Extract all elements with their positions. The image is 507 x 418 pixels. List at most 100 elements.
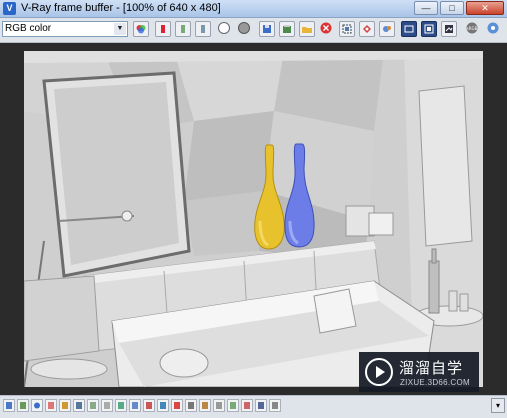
pan-button[interactable] xyxy=(157,399,169,412)
compare-button[interactable] xyxy=(227,399,239,412)
green-channel-button[interactable] xyxy=(175,21,191,37)
stamp-icon xyxy=(188,402,194,409)
blue-channel-button[interactable] xyxy=(195,21,211,37)
color-correction-button[interactable] xyxy=(441,21,457,37)
save-image-button[interactable] xyxy=(259,21,275,37)
open-folder-icon xyxy=(302,27,312,33)
play-logo-icon xyxy=(365,358,393,386)
alpha-button[interactable] xyxy=(217,21,233,37)
alpha-icon xyxy=(218,22,230,34)
glass xyxy=(448,290,458,312)
zoom-icon xyxy=(146,402,152,409)
save-image-icon xyxy=(263,25,271,33)
color-channels-button[interactable] xyxy=(133,21,149,37)
blue-channel-icon xyxy=(201,25,205,33)
pixel-info-button[interactable] xyxy=(379,21,395,37)
layers-icon xyxy=(6,402,12,409)
stamp-icon xyxy=(487,22,499,34)
lut-button[interactable] xyxy=(115,399,127,412)
lamp-head xyxy=(121,210,133,222)
rendered-image[interactable] xyxy=(24,51,483,387)
detail-icon xyxy=(202,402,208,409)
srgb-icon: sRGB xyxy=(466,22,478,34)
settings-button[interactable] xyxy=(269,399,281,412)
color-correction-icon xyxy=(445,25,453,33)
layers-button[interactable] xyxy=(3,399,15,412)
history-button[interactable] xyxy=(17,399,29,412)
flag-icon xyxy=(244,402,250,409)
exposure-icon xyxy=(90,402,96,409)
levels-button[interactable] xyxy=(59,399,71,412)
red-channel-icon xyxy=(161,25,165,33)
clear-image-icon xyxy=(320,22,332,34)
toolbar: RGB color ▼ sRGB xyxy=(0,18,507,43)
ocio-icon xyxy=(132,402,138,409)
mono-icon xyxy=(238,22,250,34)
picture-frame-canvas xyxy=(54,82,179,265)
close-button[interactable]: ✕ xyxy=(466,1,504,15)
info-button[interactable] xyxy=(31,399,43,412)
exposure-button[interactable] xyxy=(87,399,99,412)
curve-icon xyxy=(76,402,82,409)
ocio-button[interactable] xyxy=(129,399,141,412)
channel-select[interactable]: RGB color ▼ xyxy=(2,21,128,37)
glass xyxy=(459,293,469,312)
maximize-button[interactable]: □ xyxy=(440,1,464,15)
vray-icon: V xyxy=(3,2,16,15)
pan-icon xyxy=(160,402,166,409)
mono-button[interactable] xyxy=(237,21,253,37)
sofa-bolster xyxy=(159,348,209,378)
color-button[interactable] xyxy=(45,399,57,412)
help-icon xyxy=(258,402,264,409)
help-button[interactable] xyxy=(255,399,267,412)
title-bar: V V-Ray frame buffer - [100% of 640 x 48… xyxy=(0,0,507,18)
right-mirror xyxy=(418,85,473,247)
clear-image-button[interactable] xyxy=(319,21,335,37)
show-vfb-history-button[interactable] xyxy=(401,21,417,37)
sofa-cushion xyxy=(313,288,357,334)
region-render-button[interactable] xyxy=(339,21,355,37)
stamp-button[interactable] xyxy=(486,21,502,37)
srgb-button[interactable]: sRGB xyxy=(465,21,481,37)
open-folder-button[interactable] xyxy=(299,21,315,37)
display-button[interactable] xyxy=(171,399,183,412)
show-vfb-history-icon xyxy=(404,25,414,33)
status-bar: ▾ xyxy=(0,395,507,418)
lut-icon xyxy=(118,402,124,409)
scroll-down-button[interactable]: ▾ xyxy=(491,398,505,413)
left-cabinet xyxy=(24,275,100,362)
stamp-toggle-button[interactable] xyxy=(185,399,197,412)
track-mouse-button[interactable] xyxy=(359,21,375,37)
zoom-button[interactable] xyxy=(143,399,155,412)
display-icon xyxy=(174,402,180,409)
render-scene xyxy=(24,51,483,387)
watermark-title: 溜溜自学 xyxy=(399,360,464,377)
lens-effects-button[interactable] xyxy=(421,21,437,37)
left-side-table xyxy=(30,358,108,380)
color-icon xyxy=(48,402,54,409)
compare-icon xyxy=(230,402,236,409)
watermark-url: ZIXUE.3D66.COM xyxy=(400,378,470,387)
minimize-button[interactable]: — xyxy=(414,1,438,15)
green-channel-icon xyxy=(181,25,185,33)
red-channel-button[interactable] xyxy=(155,21,171,37)
detail-button[interactable] xyxy=(199,399,211,412)
load-image-button[interactable] xyxy=(279,21,295,37)
background-button[interactable] xyxy=(101,399,113,412)
history-icon xyxy=(20,402,26,409)
color-channels-icon xyxy=(136,25,146,34)
info-icon xyxy=(34,402,40,409)
track-mouse-icon xyxy=(363,25,371,33)
curve-button[interactable] xyxy=(73,399,85,412)
chevron-down-icon: ▼ xyxy=(114,23,126,35)
grid-button[interactable] xyxy=(213,399,225,412)
book-stack xyxy=(368,212,394,236)
flag-button[interactable] xyxy=(241,399,253,412)
region-render-icon xyxy=(342,24,352,34)
render-viewport xyxy=(0,43,507,395)
settings-icon xyxy=(272,402,278,409)
load-image-icon xyxy=(283,25,291,33)
background-icon xyxy=(104,402,110,409)
channel-select-value: RGB color xyxy=(5,23,52,34)
pixel-info-icon xyxy=(383,26,391,32)
